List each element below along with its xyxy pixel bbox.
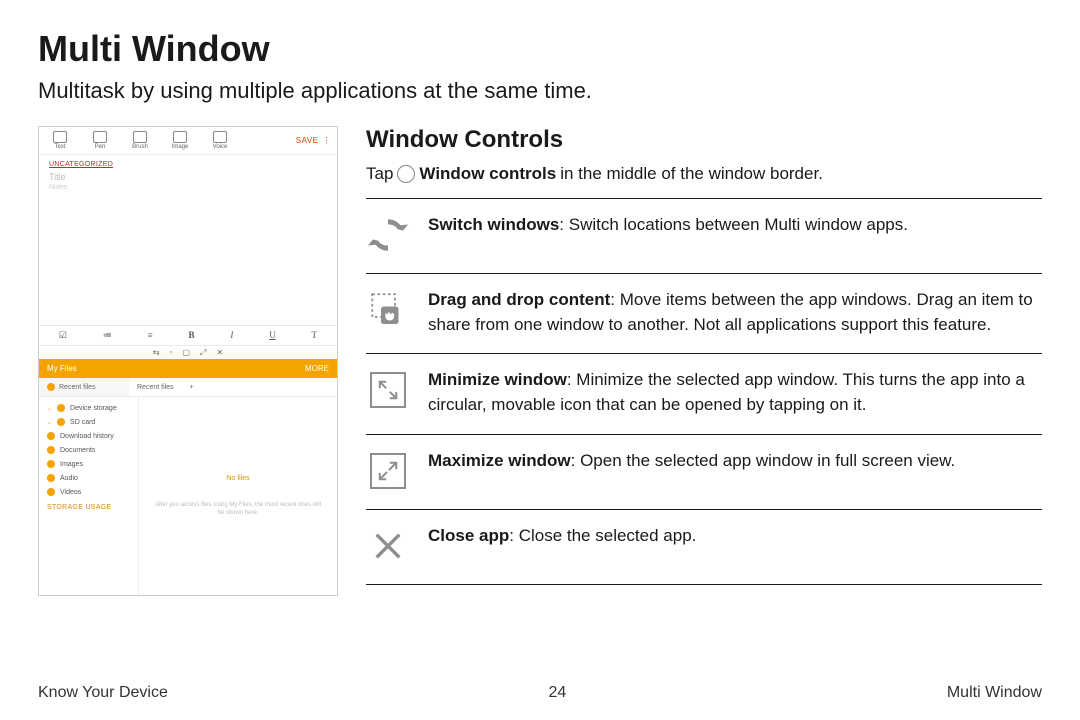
close-icon (366, 524, 410, 568)
files-main: No files After you access files using My… (139, 397, 337, 595)
tab-recent: Recent files (129, 378, 182, 396)
page-footer: Know Your Device 24 Multi Window (38, 684, 1042, 702)
control-close: Close app: Close the selected app. (366, 510, 1042, 585)
tab-recent-side: Recent files (39, 378, 129, 396)
maximize-icon (366, 449, 410, 493)
minimize-icon (366, 368, 410, 412)
files-hint: After you access files using My Files, t… (139, 502, 337, 518)
control-switch-windows: Switch windows: Switch locations between… (366, 199, 1042, 274)
section-title: Window Controls (366, 126, 1042, 154)
notes-placeholder: Notes (49, 184, 327, 191)
format-toolbar: ☑≔≡ BIUT (39, 325, 337, 345)
tool-voice: Voice (205, 131, 235, 150)
tool-pen: Pen (85, 131, 115, 150)
switch-windows-icon (366, 213, 410, 257)
tool-brush: Brush (125, 131, 155, 150)
files-tabs: Recent files Recent files + (39, 378, 337, 397)
window-controls-icon (397, 165, 415, 183)
control-maximize: Maximize window: Open the selected app w… (366, 435, 1042, 510)
no-files-label: No files (226, 475, 249, 482)
tap-instruction: Tap Window controls in the middle of the… (366, 164, 1042, 184)
multiwindow-handle: ⇆▫▢⤢✕ (39, 345, 337, 359)
footer-left: Know Your Device (38, 684, 168, 702)
control-minimize: Minimize window: Minimize the selected a… (366, 354, 1042, 434)
page-title: Multi Window (38, 28, 1042, 70)
footer-page-number: 24 (548, 684, 566, 702)
note-toolbar: Text Pen Brush Image Voice SAVE⋮ (39, 127, 337, 155)
device-screenshot: Text Pen Brush Image Voice SAVE⋮ UNCATEG… (38, 126, 338, 596)
tool-text: Text (45, 131, 75, 150)
save-button: SAVE⋮ (296, 136, 331, 145)
files-sidebar: ⌄Device storage ⌄SD card Download histor… (39, 397, 139, 595)
category-label: UNCATEGORIZED (49, 161, 327, 168)
page-subtitle: Multitask by using multiple applications… (38, 78, 1042, 104)
tab-add: + (182, 378, 202, 396)
note-body: UNCATEGORIZED Title Notes (39, 155, 337, 325)
controls-list: Switch windows: Switch locations between… (366, 198, 1042, 585)
footer-right: Multi Window (947, 684, 1042, 702)
storage-usage-link: STORAGE USAGE (39, 499, 138, 516)
tool-image: Image (165, 131, 195, 150)
control-drag-drop: Drag and drop content: Move items betwee… (366, 274, 1042, 354)
drag-drop-icon (366, 288, 410, 332)
files-header: My FilesMORE (39, 359, 337, 378)
title-placeholder: Title (49, 172, 327, 182)
